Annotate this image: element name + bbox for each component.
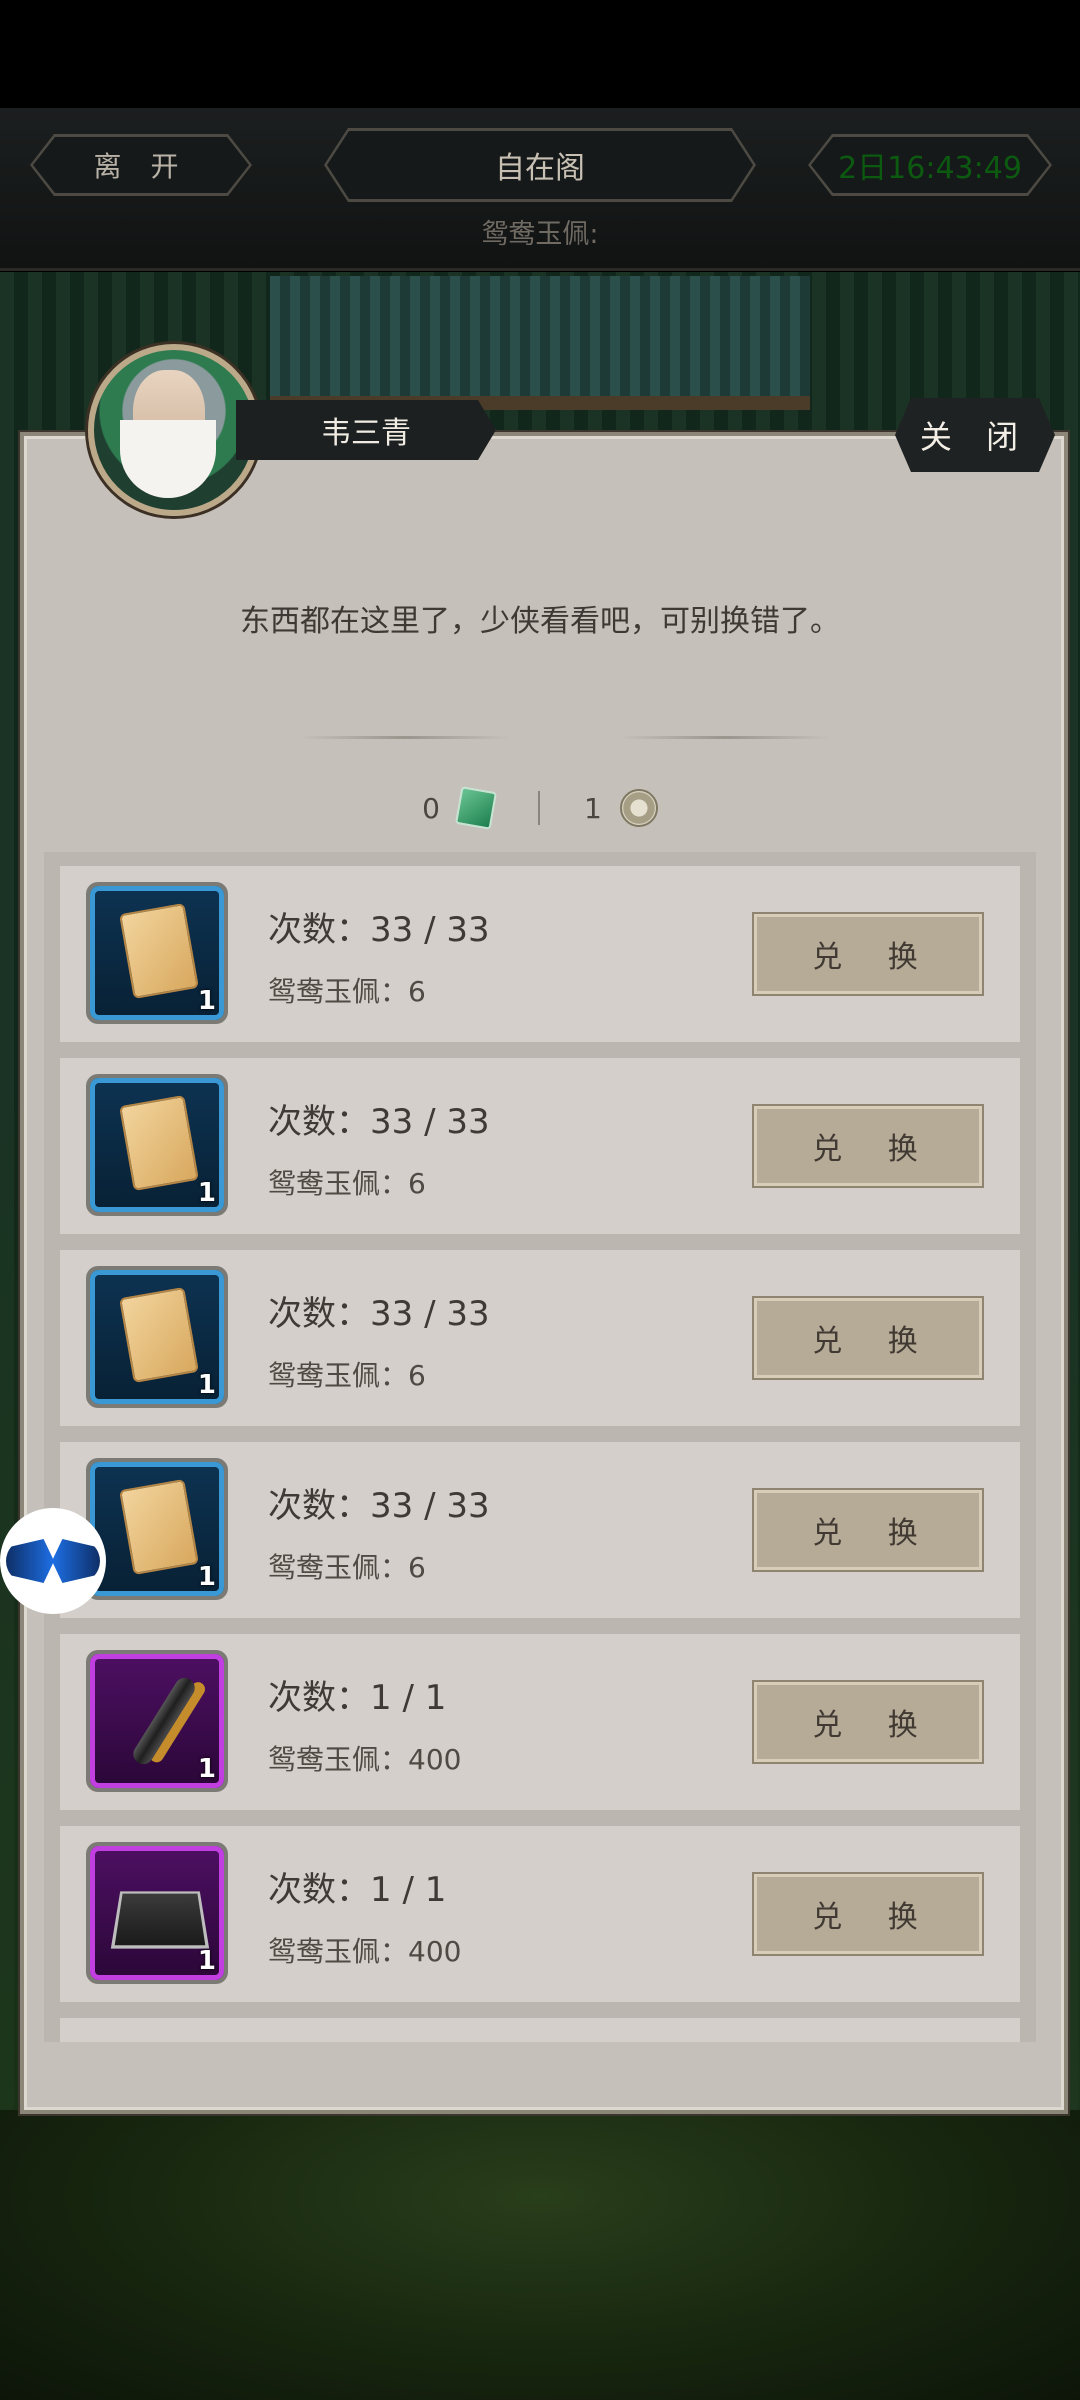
exchange-button[interactable]: 兑 换 bbox=[752, 1488, 984, 1572]
divider-ornament-right bbox=[620, 736, 830, 739]
npc-dialog: 东西都在这里了，少侠看看吧，可别换错了。 bbox=[240, 604, 840, 639]
exchange-row: 1 次数：33 / 33 鸳鸯玉佩：6 兑 换 bbox=[60, 866, 1020, 1042]
shop-title: 自在阁 bbox=[327, 131, 753, 199]
exchange-cost: 鸳鸯玉佩：400 bbox=[268, 1935, 462, 1968]
currency-label: 鸳鸯玉佩: bbox=[481, 219, 599, 250]
coin-count: 1 bbox=[584, 791, 602, 825]
jade-pendant-icon bbox=[454, 786, 498, 830]
exchange-row: 1 次数：1 / 1 鸳鸯玉佩：400 兑 换 bbox=[60, 1826, 1020, 2002]
item-rarity-blue: 1 bbox=[90, 886, 224, 1020]
exchange-cost: 鸳鸯玉佩：6 bbox=[268, 1551, 426, 1584]
exchange-list[interactable]: 1 次数：33 / 33 鸳鸯玉佩：6 兑 换 1 次数：33 / 33 鸳鸯玉… bbox=[44, 852, 1036, 2042]
item-quantity: 1 bbox=[197, 1562, 216, 1592]
item-slot[interactable]: 1 bbox=[86, 882, 228, 1024]
exchange-button[interactable]: 兑 换 bbox=[752, 1104, 984, 1188]
balance-divider bbox=[538, 791, 540, 825]
item-rarity-blue: 1 bbox=[90, 1078, 224, 1212]
exchange-count: 次数：1 / 1 bbox=[268, 1678, 447, 1718]
countdown-timer: 2日16:43:49 bbox=[811, 137, 1049, 193]
coin-icon bbox=[619, 789, 658, 827]
assistant-icon bbox=[6, 1539, 100, 1583]
exchange-row: 1 次数：1 / 1 鸳鸯玉佩：400 兑 换 bbox=[60, 1634, 1020, 1810]
exchange-count: 次数：33 / 33 bbox=[268, 1486, 490, 1526]
jade-count: 0 bbox=[422, 791, 440, 825]
exchange-cost: 鸳鸯玉佩：400 bbox=[268, 1743, 462, 1776]
go-board-icon bbox=[110, 1891, 210, 1949]
exchange-count: 次数：33 / 33 bbox=[268, 1294, 490, 1334]
exchange-row: 1 次数：33 / 33 鸳鸯玉佩：6 兑 换 bbox=[60, 1058, 1020, 1234]
scroll-icon bbox=[119, 1094, 199, 1192]
item-quantity: 1 bbox=[197, 1178, 216, 1208]
item-slot[interactable]: 1 bbox=[86, 1842, 228, 1984]
exchange-count: 次数：33 / 33 bbox=[268, 910, 490, 950]
exchange-row: 1 次数：33 / 33 鸳鸯玉佩：6 兑 换 bbox=[60, 1250, 1020, 1426]
flute-icon bbox=[129, 1674, 199, 1768]
item-rarity-blue: 1 bbox=[90, 1270, 224, 1404]
leave-button[interactable]: 离 开 bbox=[33, 137, 249, 193]
item-rarity-purple: 1 bbox=[90, 1846, 224, 1980]
npc-name: 韦三青 bbox=[236, 400, 496, 460]
status-bar bbox=[0, 0, 1080, 108]
exchange-row: 1 次数：33 / 33 鸳鸯玉佩：6 兑 换 bbox=[60, 1442, 1020, 1618]
item-rarity-purple: 1 bbox=[90, 1654, 224, 1788]
exchange-button[interactable]: 兑 换 bbox=[752, 1872, 984, 1956]
balance-row: 0 1 bbox=[0, 786, 1080, 830]
item-slot[interactable]: 1 bbox=[86, 1266, 228, 1408]
item-slot[interactable]: 1 bbox=[86, 1074, 228, 1216]
background-trees bbox=[0, 2110, 1080, 2400]
exchange-row-partial bbox=[60, 2018, 1020, 2042]
item-quantity: 1 bbox=[197, 1946, 216, 1976]
exchange-count: 次数：33 / 33 bbox=[268, 1102, 490, 1142]
scroll-icon bbox=[119, 902, 199, 1000]
item-quantity: 1 bbox=[197, 1370, 216, 1400]
exchange-button[interactable]: 兑 换 bbox=[752, 1680, 984, 1764]
exchange-button[interactable]: 兑 换 bbox=[752, 1296, 984, 1380]
item-quantity: 1 bbox=[197, 1754, 216, 1784]
exchange-cost: 鸳鸯玉佩：6 bbox=[268, 1167, 426, 1200]
divider-ornament-left bbox=[300, 736, 510, 739]
item-slot[interactable]: 1 bbox=[86, 1650, 228, 1792]
scroll-icon bbox=[119, 1478, 199, 1576]
exchange-cost: 鸳鸯玉佩：6 bbox=[268, 1359, 426, 1392]
item-quantity: 1 bbox=[197, 986, 216, 1016]
exchange-count: 次数：1 / 1 bbox=[268, 1870, 447, 1910]
item-slot[interactable]: 1 bbox=[86, 1458, 228, 1600]
close-button[interactable]: 关 闭 bbox=[895, 398, 1055, 472]
scroll-icon bbox=[119, 1286, 199, 1384]
exchange-button[interactable]: 兑 换 bbox=[752, 912, 984, 996]
floating-assistant-button[interactable] bbox=[0, 1508, 106, 1614]
background-building bbox=[270, 276, 810, 410]
exchange-cost: 鸳鸯玉佩：6 bbox=[268, 975, 426, 1008]
item-rarity-blue: 1 bbox=[90, 1462, 224, 1596]
